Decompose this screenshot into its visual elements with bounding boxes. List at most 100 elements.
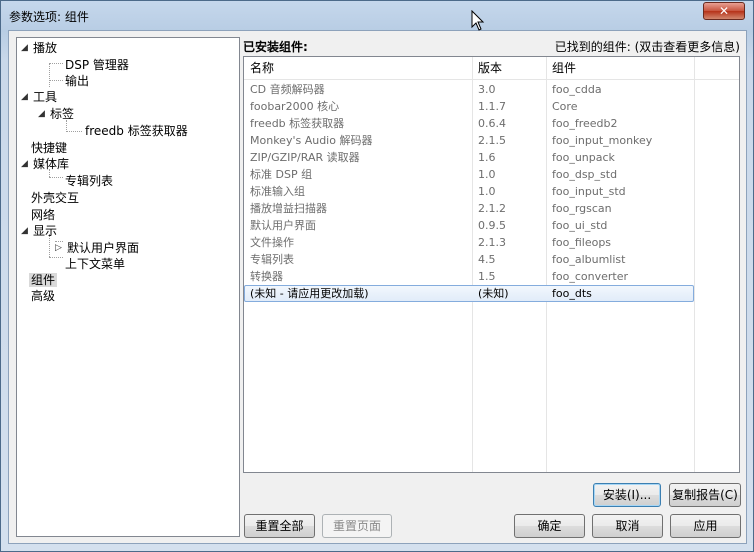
collapse-icon[interactable]: ◢ xyxy=(21,156,30,172)
component-module-cell: foo_fileops xyxy=(552,236,612,249)
tree-item-shell-integration[interactable]: 外壳交互 xyxy=(29,190,81,206)
component-name-cell: 文件操作 xyxy=(250,236,294,249)
close-icon: ✕ xyxy=(718,4,730,18)
tree-item-label: 标签 xyxy=(50,107,75,121)
tree-item-label: 专辑列表 xyxy=(65,174,114,188)
component-version-cell: 1.1.7 xyxy=(478,100,506,113)
reset-all-button[interactable]: 重置全部 xyxy=(244,514,315,538)
component-row[interactable]: 文件操作 2.1.3 foo_fileops xyxy=(244,234,739,251)
tree-item-networking[interactable]: 网络 xyxy=(29,207,57,223)
tree-item-components[interactable]: 组件 xyxy=(29,272,58,288)
component-module-cell: foo_dts xyxy=(552,287,592,300)
tree-item-label: 工具 xyxy=(33,90,58,104)
tree-item-album-list[interactable]: 专辑列表 xyxy=(63,173,115,189)
component-name-cell: 标准 DSP 组 xyxy=(250,168,313,181)
component-module-cell: foo_input_monkey xyxy=(552,134,653,147)
apply-button[interactable]: 应用 xyxy=(670,514,741,538)
component-version-cell: 2.1.2 xyxy=(478,202,506,215)
component-name-cell: freedb 标签获取器 xyxy=(250,117,345,130)
component-name-cell: CD 音频解码器 xyxy=(250,83,325,96)
component-row[interactable]: Monkey's Audio 解码器 2.1.5 foo_input_monkey xyxy=(244,132,739,149)
column-header-version[interactable]: 版本 xyxy=(472,57,546,79)
component-name-cell: 标准输入组 xyxy=(250,185,305,198)
component-version-cell: 0.9.5 xyxy=(478,219,506,232)
component-row[interactable]: 播放增益扫描器 2.1.2 foo_rgscan xyxy=(244,200,739,217)
component-row[interactable]: 专辑列表 4.5 foo_albumlist xyxy=(244,251,739,268)
tree-item-label: 高级 xyxy=(31,289,56,303)
close-button[interactable]: ✕ xyxy=(703,2,745,20)
component-row[interactable]: 转换器 1.5 foo_converter xyxy=(244,268,739,285)
component-module-cell: Core xyxy=(552,100,578,113)
component-module-cell: foo_converter xyxy=(552,270,628,283)
tree-item-dsp-manager[interactable]: DSP 管理器 xyxy=(63,57,131,73)
tree-item-advanced[interactable]: 高级 xyxy=(29,288,57,304)
expand-icon[interactable]: ▷ xyxy=(55,240,64,256)
components-list[interactable]: 名称 版本 组件 CD 音频解码器 3.0 foo_cdda foobar2000 核… xyxy=(243,56,740,473)
component-module-cell: foo_dsp_std xyxy=(552,168,618,181)
collapse-icon[interactable]: ◢ xyxy=(21,40,30,56)
component-version-cell: 4.5 xyxy=(478,253,496,266)
component-module-cell: foo_ui_std xyxy=(552,219,608,232)
component-name-cell: (未知 - 请应用更改加载) xyxy=(250,287,369,300)
tree-item-label: 媒体库 xyxy=(33,157,70,171)
component-name-cell: ZIP/GZIP/RAR 读取器 xyxy=(250,151,360,164)
window-title: 参数选项: 组件 xyxy=(9,10,89,24)
column-header-name[interactable]: 名称 xyxy=(244,57,472,79)
tree-item-label: 上下文菜单 xyxy=(65,257,126,271)
preferences-window: 参数选项: 组件 ✕ ◢ 播放 DSP 管理器 输出 ◢ 工具 ◢ 标签 fre… xyxy=(0,0,754,552)
component-row[interactable]: freedb 标签获取器 0.6.4 foo_freedb2 xyxy=(244,115,739,132)
component-module-cell: foo_cdda xyxy=(552,83,602,96)
tree-item-label: 播放 xyxy=(33,41,58,55)
component-row[interactable]: ZIP/GZIP/RAR 读取器 1.6 foo_unpack xyxy=(244,149,739,166)
tree-item-label: 快捷键 xyxy=(31,141,68,155)
component-name-cell: 默认用户界面 xyxy=(250,219,316,232)
component-row[interactable]: 标准输入组 1.0 foo_input_std xyxy=(244,183,739,200)
component-row[interactable]: (未知 - 请应用更改加载) (未知) foo_dts xyxy=(244,285,739,302)
dialog-body: ◢ 播放 DSP 管理器 输出 ◢ 工具 ◢ 标签 freedb 标签获取器 快… xyxy=(8,30,747,544)
component-row[interactable]: CD 音频解码器 3.0 foo_cdda xyxy=(244,81,739,98)
collapse-icon[interactable]: ◢ xyxy=(21,223,30,239)
tree-item-label: 默认用户界面 xyxy=(67,241,140,255)
collapse-icon[interactable]: ◢ xyxy=(38,106,47,122)
tree-item-output[interactable]: 输出 xyxy=(63,73,91,89)
cancel-button[interactable]: 取消 xyxy=(592,514,663,538)
component-module-cell: foo_unpack xyxy=(552,151,615,164)
component-row[interactable]: 默认用户界面 0.9.5 foo_ui_std xyxy=(244,217,739,234)
component-version-cell: 1.5 xyxy=(478,270,496,283)
component-version-cell: 1.6 xyxy=(478,151,496,164)
component-name-cell: 播放增益扫描器 xyxy=(250,202,327,215)
component-version-cell: 2.1.5 xyxy=(478,134,506,147)
tree-item-freedb-tagger[interactable]: freedb 标签获取器 xyxy=(83,123,190,139)
tree-item-label: 显示 xyxy=(33,224,58,238)
install-button[interactable]: 安装(I)... xyxy=(593,483,661,507)
component-version-cell: 2.1.3 xyxy=(478,236,506,249)
reset-page-button[interactable]: 重置页面 xyxy=(322,514,392,538)
ok-button[interactable]: 确定 xyxy=(514,514,585,538)
tree-item-context-menu[interactable]: 上下文菜单 xyxy=(63,256,127,272)
preferences-tree[interactable]: ◢ 播放 DSP 管理器 输出 ◢ 工具 ◢ 标签 freedb 标签获取器 快… xyxy=(16,37,240,537)
component-row[interactable]: 标准 DSP 组 1.0 foo_dsp_std xyxy=(244,166,739,183)
component-module-cell: foo_freedb2 xyxy=(552,117,618,130)
tree-item-label: 输出 xyxy=(65,74,90,88)
column-header-module[interactable]: 组件 xyxy=(546,57,694,79)
component-version-cell: 1.0 xyxy=(478,185,496,198)
component-module-cell: foo_rgscan xyxy=(552,202,612,215)
tree-item-label: DSP 管理器 xyxy=(65,58,129,72)
found-components-hint: 已找到的组件: (双击查看更多信息) xyxy=(554,40,740,54)
tree-item-label: 外壳交互 xyxy=(31,191,80,205)
copy-report-button[interactable]: 复制报告(C) xyxy=(669,483,741,507)
collapse-icon[interactable]: ◢ xyxy=(21,89,30,105)
component-name-cell: foobar2000 核心 xyxy=(250,100,340,113)
list-header: 名称 版本 组件 xyxy=(244,57,739,80)
component-version-cell: (未知) xyxy=(478,287,509,300)
component-name-cell: 转换器 xyxy=(250,270,283,283)
component-version-cell: 3.0 xyxy=(478,83,496,96)
installed-components-title: 已安装组件: xyxy=(243,40,308,54)
tree-item-keyboard-shortcuts[interactable]: 快捷键 xyxy=(29,140,69,156)
title-bar[interactable]: 参数选项: 组件 ✕ xyxy=(1,1,753,29)
mouse-pointer-icon xyxy=(471,10,485,31)
component-row[interactable]: foobar2000 核心 1.1.7 Core xyxy=(244,98,739,115)
component-name-cell: 专辑列表 xyxy=(250,253,294,266)
tree-item-label: 组件 xyxy=(29,273,58,287)
component-module-cell: foo_input_std xyxy=(552,185,626,198)
